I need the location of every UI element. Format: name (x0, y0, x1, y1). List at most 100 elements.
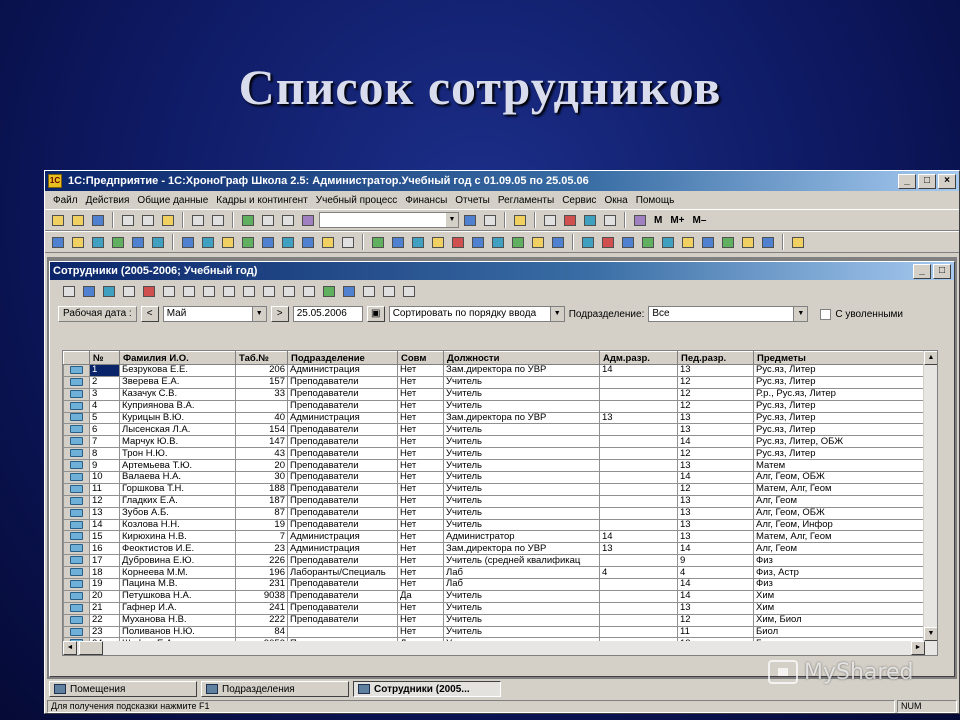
module-icon-26[interactable] (579, 234, 597, 250)
table-cell[interactable]: 43 (235, 447, 288, 461)
module-icon-21[interactable] (469, 234, 487, 250)
table-cell[interactable]: Матем, Алг, Геом (753, 482, 924, 496)
table-cell[interactable]: 13 (677, 459, 754, 473)
table-cell[interactable] (599, 506, 678, 520)
table-cell[interactable]: 13 (677, 411, 754, 425)
minimize-button[interactable]: _ (898, 173, 916, 189)
table-cell[interactable]: Преподаватели (287, 506, 398, 520)
table-cell[interactable]: 187 (235, 494, 288, 508)
module-icon-25[interactable] (549, 234, 567, 250)
table-cell[interactable]: Администрация (287, 542, 398, 556)
table-cell[interactable]: 14 (599, 364, 678, 377)
table-cell[interactable]: 188 (235, 482, 288, 496)
header-cell[interactable]: № (89, 351, 120, 365)
table-cell[interactable]: Нет (397, 518, 444, 532)
table-cell[interactable]: Преподаватели (287, 613, 398, 627)
table-cell[interactable]: Безрукова Е.Е. (119, 364, 236, 377)
select-icon[interactable] (320, 283, 338, 299)
book-icon[interactable] (631, 212, 649, 228)
table-cell[interactable]: Учитель (443, 506, 600, 520)
home-icon[interactable] (69, 234, 87, 250)
table-cell[interactable]: Гафнер И.А. (119, 601, 236, 615)
table-cell[interactable]: 12 (677, 375, 754, 389)
module-icon-31[interactable] (679, 234, 697, 250)
table-cell[interactable]: Физ (753, 578, 924, 591)
table-cell[interactable]: Нет (397, 471, 444, 484)
header-cell[interactable]: Адм.разр. (599, 351, 678, 365)
table-cell[interactable]: Муханова Н.В. (119, 613, 236, 627)
header-cell[interactable]: Совм (397, 351, 444, 365)
table-cell[interactable]: 23 (235, 542, 288, 556)
table-cell[interactable]: Алг, Геом, ОБЖ (753, 506, 924, 520)
menu-reports[interactable]: Отчеты (451, 195, 494, 206)
table-cell[interactable]: Преподаватели (287, 471, 398, 484)
table-cell[interactable]: 9038 (235, 589, 288, 603)
hierarchy-icon[interactable] (200, 283, 218, 299)
table-cell[interactable]: Нет (397, 494, 444, 508)
table-cell[interactable]: Горшкова Т.Н. (119, 482, 236, 496)
table-cell[interactable]: Алг, Геом, Инфор (753, 518, 924, 532)
task-employees[interactable]: Сотрудники (2005... (353, 681, 501, 697)
menu-actions[interactable]: Действия (82, 195, 134, 206)
table-cell[interactable]: 13 (677, 601, 754, 615)
table-cell[interactable]: 12 (677, 447, 754, 461)
table-cell[interactable]: Зубов А.Б. (119, 506, 236, 520)
table-cell[interactable]: Курицын В.Ю. (119, 411, 236, 425)
calendar-icon[interactable] (561, 212, 579, 228)
table-cell[interactable]: Да (397, 589, 444, 603)
scroll-up-icon[interactable]: ▲ (924, 351, 937, 365)
table-cell[interactable]: Куприянова В.А. (119, 399, 236, 413)
table-cell[interactable]: Зверева Е.А. (119, 375, 236, 389)
table-cell[interactable] (599, 494, 678, 508)
table-cell[interactable]: Преподаватели (287, 494, 398, 508)
table-cell[interactable]: 40 (235, 411, 288, 425)
table-row[interactable]: 7 Марчук Ю.В. 147 Преподаватели Нет Учитель 14… (63, 435, 924, 449)
table-cell[interactable]: Учитель (443, 589, 600, 603)
table-cell[interactable]: 13 (677, 364, 754, 377)
table-cell[interactable]: Корнеева М.М. (119, 566, 236, 580)
table-row[interactable]: 4 Куприянова В.А. Преподаватели Нет Учитель 1… (63, 399, 924, 413)
table-cell[interactable]: 14 (89, 518, 120, 532)
table-cell[interactable]: 20 (89, 589, 120, 603)
table-cell[interactable]: Учитель (средней квалификац (443, 554, 600, 568)
table-cell[interactable]: 231 (235, 578, 288, 591)
table-cell[interactable] (599, 578, 678, 591)
table-cell[interactable]: Поливанов Н.Ю. (119, 625, 236, 639)
table-row[interactable]: 23 Поливанов Н.Ю. 84 Нет Учитель 11 Биол (63, 625, 924, 639)
table-cell[interactable] (599, 447, 678, 461)
table-cell[interactable]: 13 (677, 423, 754, 437)
table-cell[interactable]: 4 (677, 566, 754, 580)
table-cell[interactable]: Алг, Геом (753, 542, 924, 556)
table-cell[interactable]: Казачук С.В. (119, 387, 236, 401)
table-cell[interactable]: Учитель (443, 459, 600, 473)
table-cell[interactable]: Преподаватели (287, 399, 398, 413)
filter-icon[interactable] (240, 283, 258, 299)
table-row[interactable]: 18 Корнеева М.М. 196 Лаборанты/Специаль Нет Л… (63, 566, 924, 580)
table-cell[interactable]: 14 (677, 578, 754, 591)
table-cell[interactable]: Преподаватели (287, 482, 398, 496)
menu-study-process[interactable]: Учебный процесс (312, 195, 402, 206)
table-cell[interactable]: Гладких Е.А. (119, 494, 236, 508)
table-row[interactable]: 11 Горшкова Т.Н. 188 Преподаватели Нет Учител… (63, 482, 924, 496)
module-icon-1[interactable] (49, 234, 67, 250)
table-row[interactable]: 8 Трон Н.Ю. 43 Преподаватели Нет Учитель 12 Рус… (63, 447, 924, 461)
table-cell[interactable]: 241 (235, 601, 288, 615)
table-row[interactable]: 12 Гладких Е.А. 187 Преподаватели Нет Учитель… (63, 494, 924, 508)
module-icon-13[interactable] (299, 234, 317, 250)
save-icon[interactable] (89, 212, 107, 228)
scroll-down-icon[interactable]: ▼ (924, 627, 937, 641)
table-cell[interactable]: 4 (89, 399, 120, 413)
table-cell[interactable]: 7 (89, 435, 120, 449)
module-icon-30[interactable] (659, 234, 677, 250)
table-cell[interactable]: 8 (89, 447, 120, 461)
table-cell[interactable]: Рус.яз, Литер (753, 364, 924, 377)
table-cell[interactable] (599, 387, 678, 401)
table-cell[interactable]: Учитель (443, 447, 600, 461)
cut-icon[interactable] (119, 212, 137, 228)
table-cell[interactable]: Нет (397, 435, 444, 449)
filter-off-icon[interactable] (280, 283, 298, 299)
header-cell[interactable]: Таб.№ (235, 351, 288, 365)
find-icon[interactable] (299, 212, 317, 228)
help-icon[interactable] (511, 212, 529, 228)
table-cell[interactable] (287, 625, 398, 639)
